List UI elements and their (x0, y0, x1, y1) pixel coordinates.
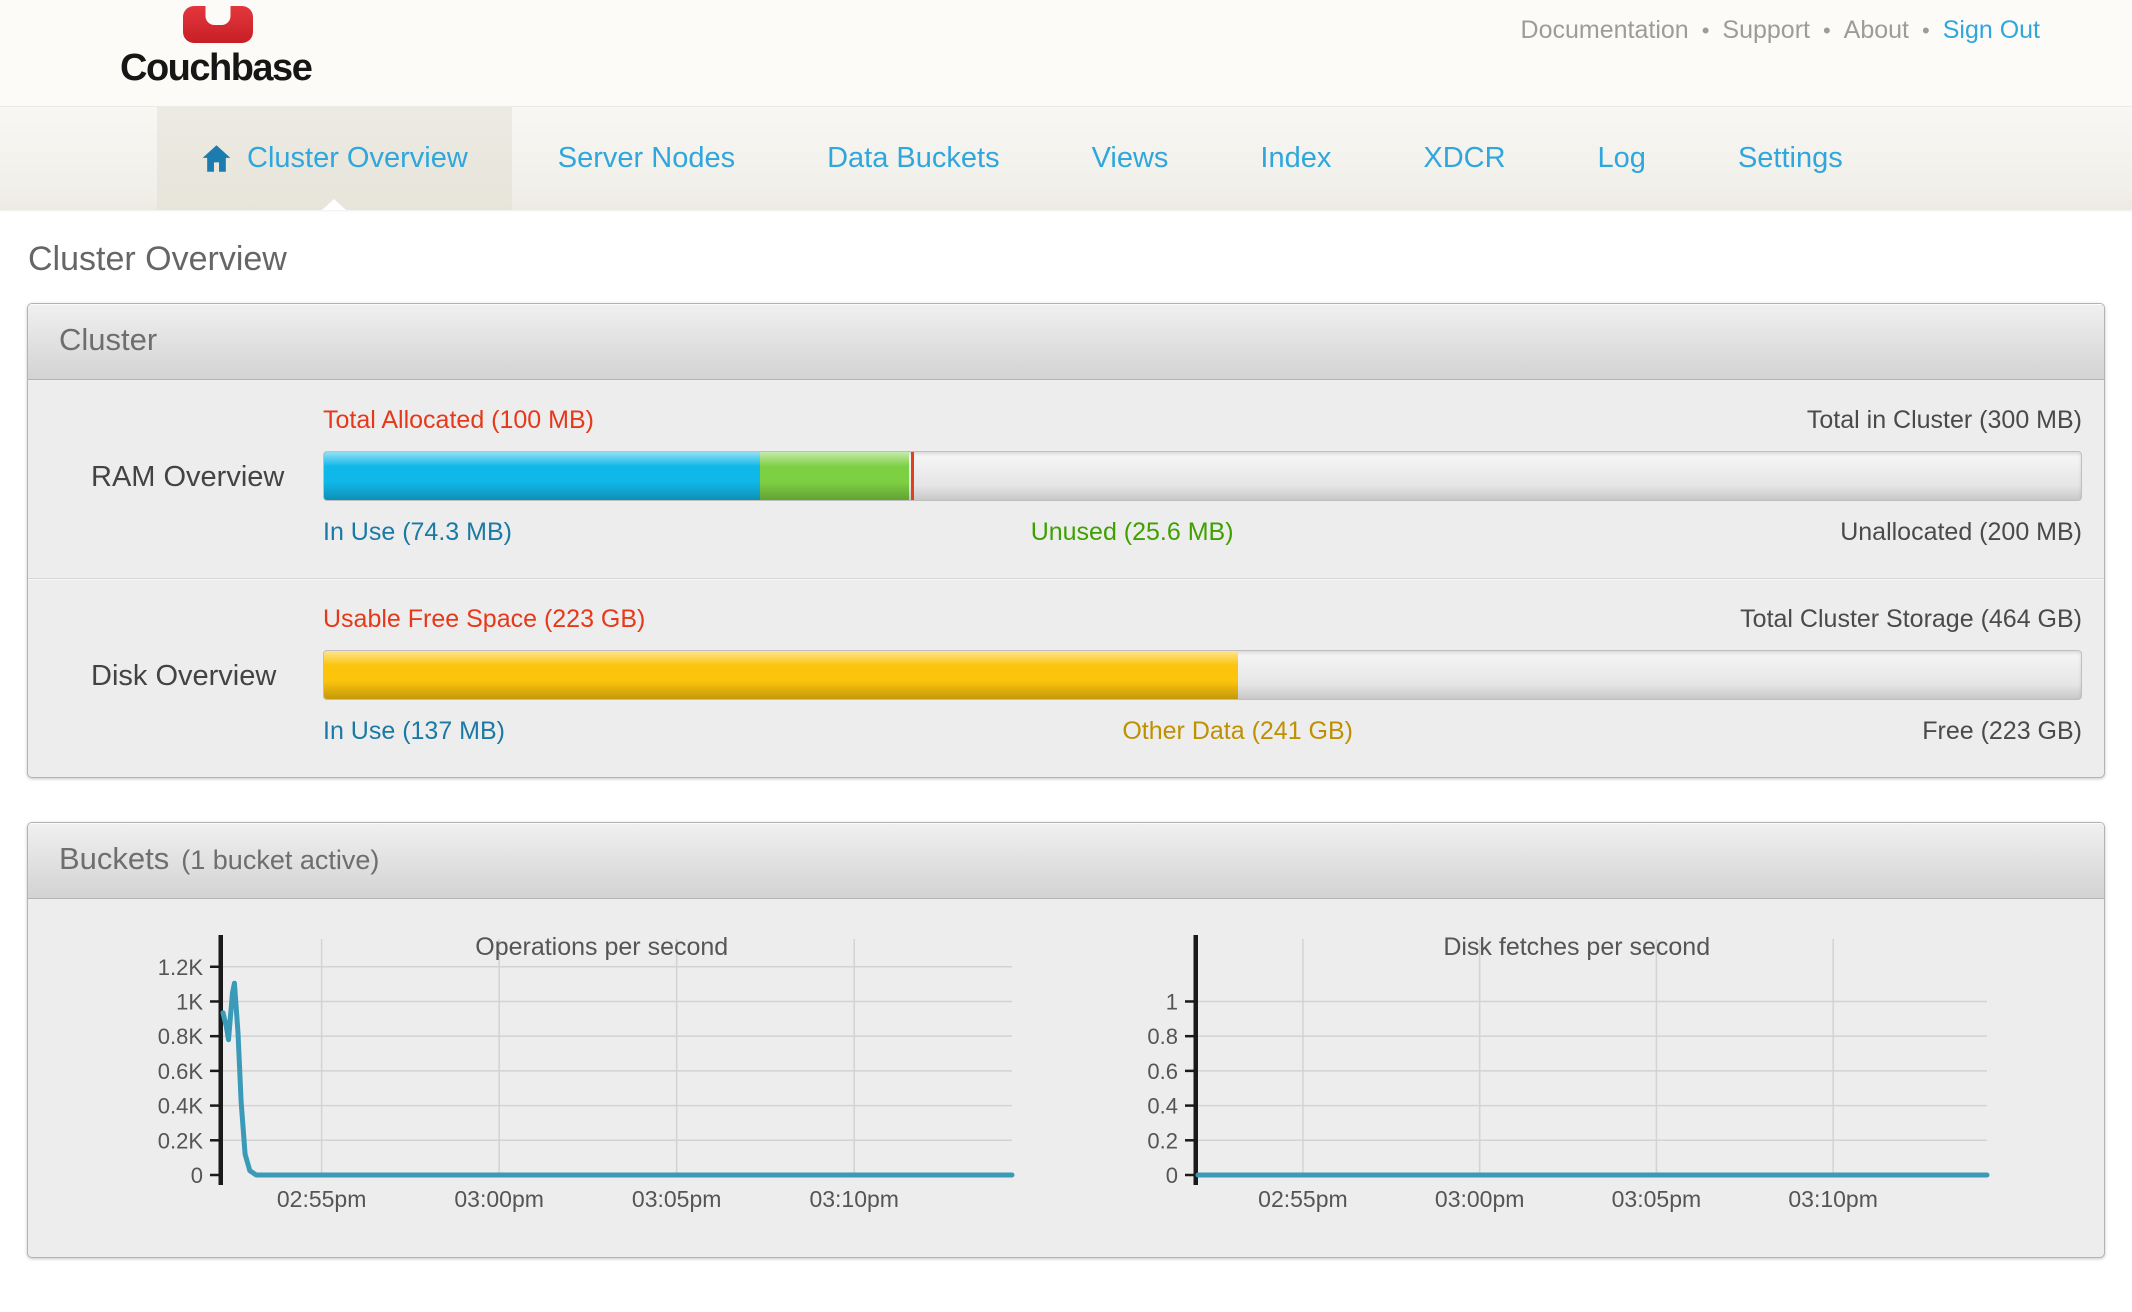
svg-text:1: 1 (1166, 989, 1178, 1014)
couchbase-logo-icon (183, 6, 253, 43)
sign-out-link[interactable]: Sign Out (1943, 16, 2040, 45)
operations-per-second-chart: 1.2K 1K 0.8K 0.6K 0.4K 0.2K 0 02:55pm 03:00pm 03:… (128, 923, 1033, 1235)
main-navbar: Cluster Overview Server Nodes Data Bucke… (0, 106, 2132, 210)
documentation-link[interactable]: Documentation (1521, 16, 1689, 45)
ram-overview-label: RAM Overview (28, 461, 323, 494)
svg-text:1.2K: 1.2K (158, 955, 204, 980)
ram-unallocated-label: Unallocated (200 MB) (1840, 518, 2082, 547)
svg-text:03:05pm: 03:05pm (1612, 1186, 1702, 1212)
tab-label: Settings (1738, 142, 1843, 175)
tab-index[interactable]: Index (1214, 107, 1377, 210)
ram-in-use-label: In Use (74.3 MB) (323, 518, 512, 546)
svg-text:1K: 1K (176, 989, 203, 1014)
cluster-panel-title: Cluster (59, 322, 157, 358)
disk-usable-free-space-label: Usable Free Space (223 GB) (323, 605, 645, 635)
tab-label: Index (1260, 142, 1331, 175)
svg-text:0.2: 0.2 (1147, 1128, 1178, 1153)
tab-data-buckets[interactable]: Data Buckets (781, 107, 1045, 210)
header-links: Documentation • Support • About • Sign O… (1521, 16, 2040, 45)
cluster-panel: Cluster RAM Overview Total Allocated (10… (27, 303, 2105, 778)
tab-label: Data Buckets (827, 142, 999, 175)
link-separator: • (1702, 18, 1710, 44)
buckets-panel: Buckets (1 bucket active) 1.2K 1K 0.8K 0.6K… (27, 822, 2105, 1258)
svg-text:03:05pm: 03:05pm (632, 1186, 722, 1212)
tab-label: Log (1598, 142, 1646, 175)
tab-label: Server Nodes (558, 142, 735, 175)
cluster-panel-header: Cluster (28, 304, 2104, 380)
home-icon (201, 144, 232, 173)
svg-text:0.6: 0.6 (1147, 1059, 1178, 1084)
tab-server-nodes[interactable]: Server Nodes (512, 107, 781, 210)
link-separator: • (1922, 18, 1930, 44)
couchbase-logo-text: Couchbase (120, 47, 340, 90)
ram-bottom-labels: In Use (74.3 MB) Unused (25.6 MB) Unallo… (323, 518, 2082, 548)
svg-text:Operations per second: Operations per second (475, 933, 728, 961)
tab-xdcr[interactable]: XDCR (1377, 107, 1551, 210)
svg-text:0.6K: 0.6K (158, 1059, 204, 1084)
ram-total-in-cluster-label: Total in Cluster (300 MB) (1807, 406, 2082, 436)
svg-text:03:10pm: 03:10pm (809, 1186, 899, 1212)
svg-text:03:00pm: 03:00pm (1435, 1186, 1525, 1212)
ram-unused-label: Unused (25.6 MB) (1031, 518, 1234, 547)
disk-in-use-label: In Use (137 MB) (323, 717, 505, 745)
disk-usage-bar (323, 650, 2082, 700)
tab-label: Cluster Overview (247, 142, 468, 175)
svg-text:0.2K: 0.2K (158, 1128, 204, 1153)
page-title: Cluster Overview (28, 240, 2105, 279)
tab-label: XDCR (1423, 142, 1505, 175)
app-header: Couchbase Documentation • Support • Abou… (0, 0, 2132, 106)
main-content: Cluster Overview Cluster RAM Overview To… (0, 240, 2132, 1258)
buckets-panel-title: Buckets (59, 841, 169, 877)
svg-text:0.8K: 0.8K (158, 1024, 204, 1049)
disk-top-labels: Usable Free Space (223 GB) Total Cluster… (323, 605, 2082, 635)
disk-bottom-labels: In Use (137 MB) Other Data (241 GB) Free… (323, 717, 2082, 747)
tab-label: Views (1092, 142, 1169, 175)
bar-segment-in-use (324, 452, 760, 500)
tab-settings[interactable]: Settings (1692, 107, 1889, 210)
disk-other-data-label: Other Data (241 GB) (1122, 717, 1353, 746)
svg-text:Disk fetches per second: Disk fetches per second (1443, 933, 1710, 961)
disk-overview-row: Disk Overview Usable Free Space (223 GB)… (28, 578, 2104, 777)
ram-top-labels: Total Allocated (100 MB) Total in Cluste… (323, 406, 2082, 436)
tab-log[interactable]: Log (1552, 107, 1692, 210)
buckets-panel-subtitle: (1 bucket active) (181, 845, 379, 876)
svg-text:02:55pm: 02:55pm (1258, 1186, 1348, 1212)
svg-text:03:10pm: 03:10pm (1788, 1186, 1878, 1212)
svg-text:0: 0 (1166, 1163, 1178, 1188)
tab-cluster-overview[interactable]: Cluster Overview (157, 107, 512, 210)
svg-text:0.4K: 0.4K (158, 1094, 204, 1119)
svg-text:0.4: 0.4 (1147, 1094, 1178, 1119)
svg-text:0.8: 0.8 (1147, 1024, 1178, 1049)
ram-usage-bar (323, 451, 2082, 501)
ram-overview-body: Total Allocated (100 MB) Total in Cluste… (323, 406, 2082, 548)
ram-overview-row: RAM Overview Total Allocated (100 MB) To… (28, 380, 2104, 578)
svg-text:0: 0 (191, 1163, 203, 1188)
buckets-panel-header: Buckets (1 bucket active) (28, 823, 2104, 899)
about-link[interactable]: About (1844, 16, 1909, 45)
tab-views[interactable]: Views (1046, 107, 1215, 210)
disk-total-storage-label: Total Cluster Storage (464 GB) (1740, 605, 2082, 635)
link-separator: • (1823, 18, 1831, 44)
buckets-charts: 1.2K 1K 0.8K 0.6K 0.4K 0.2K 0 02:55pm 03:00pm 03:… (28, 899, 2104, 1257)
ram-total-allocated-label: Total Allocated (100 MB) (323, 406, 594, 436)
svg-text:02:55pm: 02:55pm (277, 1186, 367, 1212)
bar-quota-marker (911, 452, 914, 500)
disk-fetches-per-second-chart: 1 0.8 0.6 0.4 0.2 0 02:55pm 03:00pm 03:05pm 03:10… (1103, 923, 2008, 1235)
bar-segment-in-use-plus-other (324, 651, 1238, 699)
svg-text:03:00pm: 03:00pm (454, 1186, 544, 1212)
disk-overview-body: Usable Free Space (223 GB) Total Cluster… (323, 605, 2082, 747)
disk-free-label: Free (223 GB) (1922, 717, 2082, 746)
couchbase-logo: Couchbase (120, 6, 340, 90)
disk-overview-label: Disk Overview (28, 660, 323, 693)
bar-segment-unused (760, 452, 909, 500)
support-link[interactable]: Support (1722, 16, 1810, 45)
